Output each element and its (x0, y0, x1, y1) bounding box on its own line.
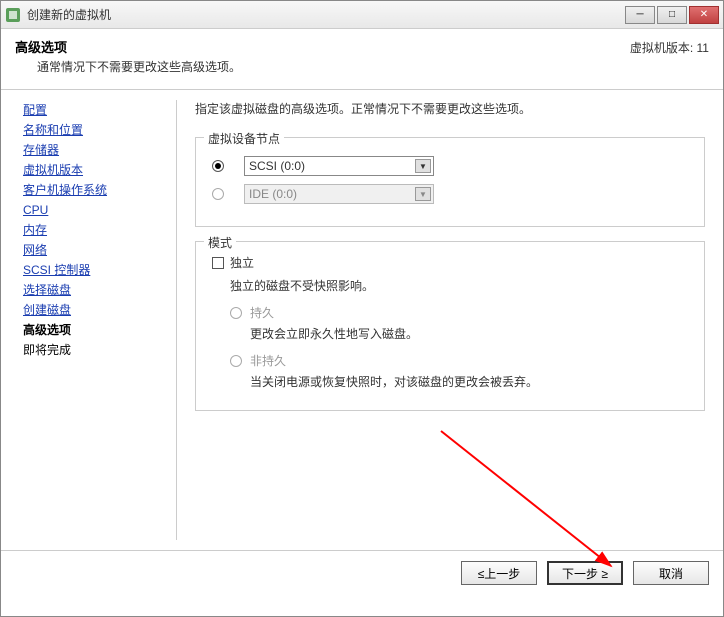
independent-label: 独立 (230, 254, 254, 271)
close-button[interactable]: ✕ (689, 6, 719, 24)
independent-description: 独立的磁盘不受快照影响。 (230, 277, 694, 294)
chevron-down-icon: ▼ (415, 187, 431, 201)
scsi-select[interactable]: SCSI (0:0) ▼ (244, 156, 434, 176)
dialog-window: 创建新的虚拟机 ─ □ ✕ 高级选项 通常情况下不需要更改这些高级选项。 虚拟机… (0, 0, 724, 617)
page-title: 高级选项 (15, 37, 630, 56)
window-controls: ─ □ ✕ (625, 6, 719, 24)
wizard-steps-sidebar: 配置 名称和位置 存储器 虚拟机版本 客户机操作系统 CPU 内存 网络 SCS… (1, 90, 176, 550)
sidebar-item-cpu[interactable]: CPU (23, 200, 170, 220)
ide-radio[interactable] (212, 188, 224, 200)
ide-select-value: IDE (0:0) (249, 187, 297, 201)
sidebar-item-name-location[interactable]: 名称和位置 (23, 120, 170, 140)
sidebar-item-create-disk[interactable]: 创建磁盘 (23, 300, 170, 320)
wizard-content: 指定该虚拟磁盘的高级选项。正常情况下不需要更改这些选项。 虚拟设备节点 SCSI… (177, 90, 723, 550)
wizard-body: 配置 名称和位置 存储器 虚拟机版本 客户机操作系统 CPU 内存 网络 SCS… (1, 90, 723, 550)
content-description: 指定该虚拟磁盘的高级选项。正常情况下不需要更改这些选项。 (195, 100, 705, 117)
cancel-button[interactable]: 取消 (633, 561, 709, 585)
nonpersistent-description: 当关闭电源或恢复快照时，对该磁盘的更改会被丢弃。 (250, 373, 694, 390)
sidebar-item-network[interactable]: 网络 (23, 240, 170, 260)
app-icon (5, 7, 21, 23)
sidebar-item-guest-os[interactable]: 客户机操作系统 (23, 180, 170, 200)
mode-legend: 模式 (204, 234, 236, 251)
device-node-legend: 虚拟设备节点 (204, 130, 284, 147)
ide-select: IDE (0:0) ▼ (244, 184, 434, 204)
sidebar-item-vm-version[interactable]: 虚拟机版本 (23, 160, 170, 180)
back-button[interactable]: ≤上一步 (461, 561, 537, 585)
next-button[interactable]: 下一步 ≥ (547, 561, 623, 585)
device-node-fieldset: 虚拟设备节点 SCSI (0:0) ▼ IDE (0:0) ▼ (195, 137, 705, 227)
persistent-description: 更改会立即永久性地写入磁盘。 (250, 325, 694, 342)
chevron-down-icon: ▼ (415, 159, 431, 173)
nonpersistent-radio (230, 355, 242, 367)
independent-checkbox[interactable] (212, 257, 224, 269)
sidebar-item-scsi-controller[interactable]: SCSI 控制器 (23, 260, 170, 280)
sidebar-item-config[interactable]: 配置 (23, 100, 170, 120)
mode-fieldset: 模式 独立 独立的磁盘不受快照影响。 持久 更改会立即永久性地写入磁盘。 非持久… (195, 241, 705, 411)
window-title: 创建新的虚拟机 (27, 6, 625, 23)
wizard-footer: ≤上一步 下一步 ≥ 取消 (1, 550, 723, 595)
scsi-select-value: SCSI (0:0) (249, 159, 305, 173)
persistent-label: 持久 (250, 304, 274, 321)
sidebar-item-storage[interactable]: 存储器 (23, 140, 170, 160)
sidebar-item-memory[interactable]: 内存 (23, 220, 170, 240)
vm-version-label: 虚拟机版本: 11 (630, 37, 709, 75)
scsi-radio[interactable] (212, 160, 224, 172)
page-subtitle: 通常情况下不需要更改这些高级选项。 (15, 58, 630, 75)
sidebar-item-advanced-options[interactable]: 高级选项 (23, 320, 170, 340)
sidebar-item-select-disk[interactable]: 选择磁盘 (23, 280, 170, 300)
sidebar-item-ready-complete: 即将完成 (23, 340, 170, 360)
persistent-radio (230, 307, 242, 319)
titlebar: 创建新的虚拟机 ─ □ ✕ (1, 1, 723, 29)
wizard-header: 高级选项 通常情况下不需要更改这些高级选项。 虚拟机版本: 11 (1, 29, 723, 90)
nonpersistent-label: 非持久 (250, 352, 286, 369)
minimize-button[interactable]: ─ (625, 6, 655, 24)
maximize-button[interactable]: □ (657, 6, 687, 24)
